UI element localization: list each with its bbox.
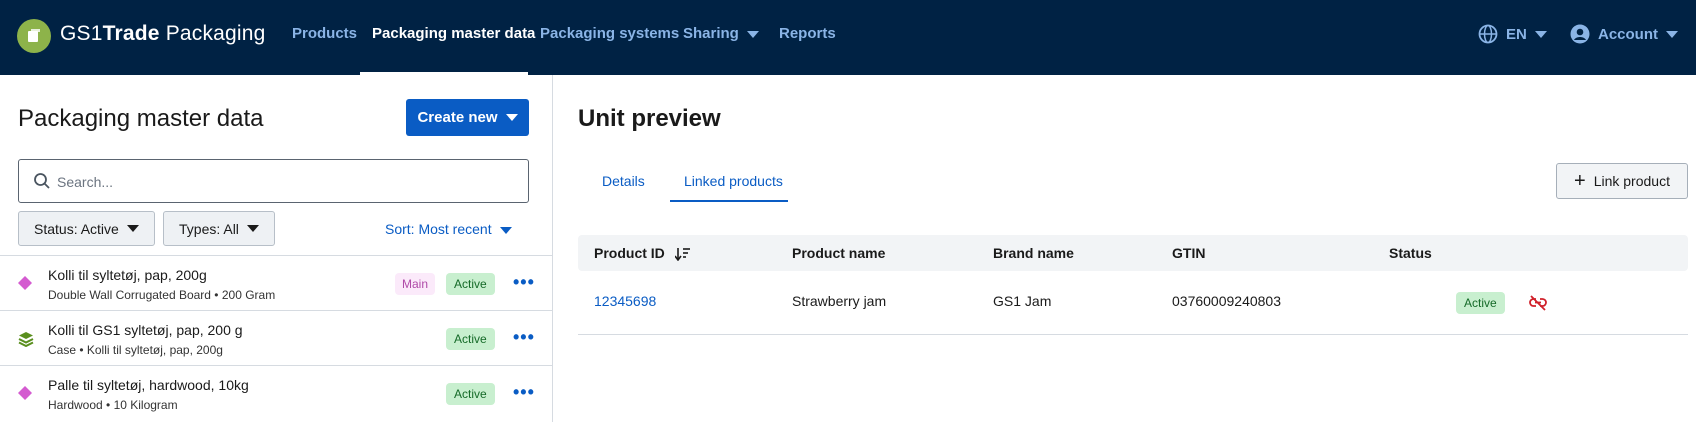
top-navbar: GS1Trade Packaging Products Packaging ma… xyxy=(0,0,1696,75)
table-header: Product ID Product name Brand name GTIN … xyxy=(578,235,1688,271)
search-icon xyxy=(34,173,50,189)
column-header-product-name: Product name xyxy=(792,245,886,261)
product-name-cell: Strawberry jam xyxy=(792,293,887,309)
page-title: Packaging master data xyxy=(18,105,264,132)
link-product-label: Link product xyxy=(1593,173,1670,189)
nav-products[interactable]: Products xyxy=(292,25,357,42)
nav-sharing-label: Sharing xyxy=(683,25,739,42)
language-selector[interactable]: EN xyxy=(1478,24,1547,44)
status-filter-dropdown[interactable]: Status: Active xyxy=(18,211,155,246)
chevron-down-icon xyxy=(1534,30,1547,38)
gtin-cell: 03760009240803 xyxy=(1172,293,1282,309)
layers-icon xyxy=(18,332,34,347)
list-item[interactable]: Palle til syltetøj, hardwood, 10kg Hardw… xyxy=(0,365,553,420)
nav-packaging-systems[interactable]: Packaging systems xyxy=(540,25,679,42)
brand-name-cell: GS1 Jam xyxy=(993,293,1052,309)
diamond-icon xyxy=(18,276,32,290)
column-header-brand-name: Brand name xyxy=(993,245,1074,261)
tab-details[interactable]: Details xyxy=(602,173,645,189)
master-data-panel: Packaging master data Create new Status:… xyxy=(0,75,553,422)
create-new-label: Create new xyxy=(417,109,498,126)
more-options-icon[interactable]: ••• xyxy=(513,327,535,348)
status-badge: Active xyxy=(1456,292,1505,314)
chevron-down-icon xyxy=(246,225,259,232)
item-title: Kolli til GS1 syltetøj, pap, 200 g xyxy=(48,322,243,338)
tab-linked-products[interactable]: Linked products xyxy=(684,173,783,189)
more-options-icon[interactable]: ••• xyxy=(513,382,535,403)
account-label: Account xyxy=(1598,25,1658,43)
item-title: Kolli til syltetøj, pap, 200g xyxy=(48,267,207,283)
status-badge: Active xyxy=(446,383,495,405)
plus-icon: + xyxy=(1574,170,1586,192)
nav-packaging-master-data[interactable]: Packaging master data xyxy=(372,25,535,42)
column-header-gtin: GTIN xyxy=(1172,245,1206,261)
user-icon xyxy=(1570,24,1590,44)
column-header-label: Product ID xyxy=(594,245,665,261)
type-filter-dropdown[interactable]: Types: All xyxy=(163,211,275,246)
main-badge: Main xyxy=(395,273,436,295)
product-id-link[interactable]: 12345698 xyxy=(594,293,656,309)
nav-reports[interactable]: Reports xyxy=(779,25,836,42)
item-title: Palle til syltetøj, hardwood, 10kg xyxy=(48,377,249,393)
column-header-product-id[interactable]: Product ID xyxy=(594,245,691,262)
globe-icon xyxy=(1478,24,1498,44)
status-badge: Active xyxy=(446,273,495,295)
column-header-status: Status xyxy=(1389,245,1432,261)
unlink-icon[interactable] xyxy=(1529,295,1547,311)
sort-descending-icon[interactable] xyxy=(674,247,691,262)
search-input[interactable] xyxy=(57,170,507,194)
create-new-button[interactable]: Create new xyxy=(406,99,529,136)
active-tab-indicator xyxy=(670,200,788,202)
sort-label: Sort: Most recent xyxy=(385,221,492,237)
chevron-down-icon xyxy=(499,226,512,234)
sort-dropdown[interactable]: Sort: Most recent xyxy=(385,221,512,237)
chevron-down-icon xyxy=(126,225,139,232)
more-options-icon[interactable]: ••• xyxy=(513,272,535,293)
item-subtitle: Case • Kolli til syltetøj, pap, 200g xyxy=(48,343,223,357)
diamond-icon xyxy=(18,386,32,400)
app-brand[interactable]: GS1Trade Packaging xyxy=(60,22,266,46)
status-badge: Active xyxy=(446,328,495,350)
item-subtitle: Hardwood • 10 Kilogram xyxy=(48,398,178,412)
table-row: 12345698 Strawberry jam GS1 Jam 03760009… xyxy=(578,271,1688,335)
type-filter-label: Types: All xyxy=(179,220,239,237)
list-item[interactable]: Kolli til syltetøj, pap, 200g Double Wal… xyxy=(0,255,553,310)
packaging-list: Kolli til syltetøj, pap, 200g Double Wal… xyxy=(0,255,553,420)
list-item[interactable]: Kolli til GS1 syltetøj, pap, 200 g Case … xyxy=(0,310,553,365)
search-box xyxy=(18,159,529,203)
item-subtitle: Double Wall Corrugated Board • 200 Gram xyxy=(48,288,276,302)
gs1-logo-icon[interactable] xyxy=(17,19,51,53)
nav-sharing[interactable]: Sharing xyxy=(683,25,759,42)
unit-preview-panel: Unit preview Details Linked products + L… xyxy=(554,75,1696,422)
language-label: EN xyxy=(1506,25,1527,43)
account-menu[interactable]: Account xyxy=(1570,24,1678,44)
chevron-down-icon xyxy=(746,30,759,38)
link-product-button[interactable]: + Link product xyxy=(1556,163,1688,199)
chevron-down-icon xyxy=(505,114,518,121)
chevron-down-icon xyxy=(1666,30,1678,38)
unit-preview-title: Unit preview xyxy=(578,105,721,132)
status-filter-label: Status: Active xyxy=(34,220,119,237)
